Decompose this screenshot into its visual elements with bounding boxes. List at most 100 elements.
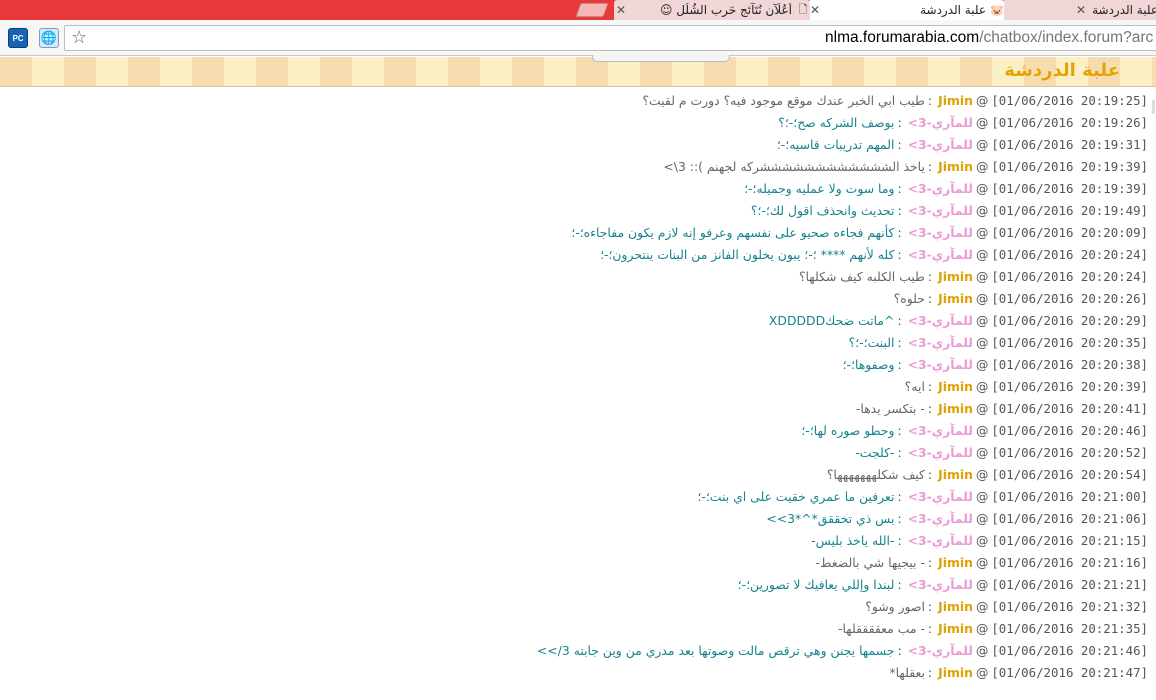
separator-colon: : [897,489,902,504]
chat-message-row: [01/06/2016 20:19:25]@Jimin:طيب ابي الخب… [642,90,1148,112]
message-text: بس ذي تخققق*^*3>> [766,511,895,526]
message-username[interactable]: للمآري-3> [908,115,973,130]
message-text: لبندا وإللي يعافيك لا تصورين؛-؛ [737,577,895,592]
message-username[interactable]: Jimin [938,379,973,394]
close-icon[interactable]: ✕ [1074,3,1088,17]
message-username[interactable]: للمآري-3> [908,203,973,218]
message-timestamp: [01/06/2016 20:19:25] [991,93,1148,108]
separator-colon: : [927,93,933,108]
message-username[interactable]: للمآري-3> [908,445,973,460]
message-text: وما سوت ولا عمليه وجميله؛-؛ [744,181,895,196]
message-text: تعرفين ما عمري خقيت على اي بنت؛-؛ [697,489,895,504]
message-username[interactable]: للمآري-3> [908,577,973,592]
message-username[interactable]: للمآري-3> [908,643,973,658]
message-text: وصفوها؛-؛ [842,357,895,372]
scrollbar[interactable] [1152,100,1155,114]
tab-war-results[interactable]: 🗋 أعُلُآن نُتَآئج حَرب الشُلُل ☺ ✕ [614,0,810,20]
chat-message-row: [01/06/2016 20:19:39]@للمآري-3>:وما سوت … [744,178,1148,200]
message-username[interactable]: للمآري-3> [908,247,973,262]
chat-message-row: [01/06/2016 20:19:39]@Jimin:ياخذ الششششش… [663,156,1148,178]
message-username[interactable]: Jimin [938,467,973,482]
message-text: كله لأنهم **** ؛-؛ يبون يخلون الفانز من … [600,247,895,262]
close-icon[interactable]: ✕ [808,3,822,17]
message-username[interactable]: Jimin [938,555,973,570]
tab-chatbox-1[interactable]: علبة الدردشة ✕ [1002,0,1156,20]
message-timestamp: [01/06/2016 20:21:35] [991,621,1148,636]
separator-colon: : [927,159,933,174]
message-timestamp: [01/06/2016 20:20:52] [991,445,1148,460]
close-icon[interactable]: ✕ [614,3,628,17]
message-username[interactable]: للمآري-3> [908,533,973,548]
message-text: ^ماتت ضحكXDDDDD [768,313,895,328]
message-username[interactable]: Jimin [938,291,973,306]
at-symbol: @ [975,335,989,350]
message-username[interactable]: للمآري-3> [908,181,973,196]
message-timestamp: [01/06/2016 20:21:32] [991,599,1148,614]
at-symbol: @ [975,313,989,328]
chat-message-row: [01/06/2016 20:21:21]@للمآري-3>:لبندا وإ… [738,574,1148,596]
message-username[interactable]: Jimin [938,621,973,636]
message-text: جسمها يجنن وهي ترقص مالت وصوتها بعد مدري… [536,643,895,658]
message-timestamp: [01/06/2016 20:19:39] [991,159,1148,174]
at-symbol: @ [975,357,989,372]
chat-message-row: [01/06/2016 20:20:09]@للمآري-3>:كأنهم فج… [571,222,1148,244]
message-username[interactable]: للمآري-3> [908,137,973,152]
message-username[interactable]: للمآري-3> [908,225,973,240]
message-username[interactable]: للمآري-3> [908,335,973,350]
separator-colon: : [927,599,933,614]
at-symbol: @ [975,181,989,196]
chat-message-row: [01/06/2016 20:20:38]@للمآري-3>:وصفوها؛-… [843,354,1148,376]
globe-icon[interactable]: 🌐 [39,28,59,48]
at-symbol: @ [975,225,989,240]
message-username[interactable]: Jimin [938,401,973,416]
at-symbol: @ [975,379,989,394]
chat-message-row: [01/06/2016 20:20:54]@Jimin:كيف شكلههههه… [827,464,1148,486]
url-host: nlma.forumarabia.com [825,29,980,46]
message-list[interactable]: [01/06/2016 20:19:25]@Jimin:طيب ابي الخب… [0,90,1156,700]
page-icon: 🗋 [798,2,808,16]
message-text: - بتكسر يدها- [855,401,925,416]
at-symbol: @ [975,247,989,262]
header-tab-handle[interactable] [592,55,730,62]
message-username[interactable]: Jimin [938,93,973,108]
chat-message-row: [01/06/2016 20:20:24]@Jimin:طيب الكلبه ك… [799,266,1148,288]
tab-chatbox-active[interactable]: 🐷 علبة الدردشة ✕ [808,0,1004,20]
chat-message-row: [01/06/2016 20:21:32]@Jimin:اصور وشو؟ [865,596,1148,618]
at-symbol: @ [975,467,989,482]
message-username[interactable]: Jimin [938,599,973,614]
message-username[interactable]: للمآري-3> [908,489,973,504]
message-username[interactable]: للمآري-3> [908,313,973,328]
message-username[interactable]: Jimin [938,269,973,284]
url-text[interactable]: nlma.forumarabia.com/chatbox/index.forum… [825,29,1153,47]
page-title: علبة الدردشة [1004,60,1120,81]
message-username[interactable]: للمآري-3> [908,357,973,372]
chat-message-row: [01/06/2016 20:20:41]@Jimin:- بتكسر يدها… [856,398,1148,420]
address-bar[interactable]: ☆ nlma.forumarabia.com/chatbox/index.for… [64,25,1156,51]
separator-colon: : [897,335,902,350]
separator-colon: : [927,269,933,284]
separator-colon: : [927,665,933,680]
tab-title: علبة الدردشة [1092,3,1156,17]
bookmark-star-icon[interactable]: ☆ [71,27,87,49]
message-username[interactable]: للمآري-3> [908,511,973,526]
message-timestamp: [01/06/2016 20:20:24] [991,269,1148,284]
chat-message-row: [01/06/2016 20:19:31]@للمآري-3>:المهم تد… [777,134,1148,156]
message-username[interactable]: للمآري-3> [908,423,973,438]
separator-colon: : [897,137,902,152]
message-username[interactable]: Jimin [938,159,973,174]
message-timestamp: [01/06/2016 20:20:38] [991,357,1148,372]
separator-colon: : [897,115,902,130]
separator-colon: : [897,533,902,548]
chat-message-row: [01/06/2016 20:20:39]@Jimin:ايه؟ [905,376,1148,398]
message-timestamp: [01/06/2016 20:19:49] [991,203,1148,218]
message-text: كأنهم فجاءه صحيو على نفسهم وعرفو إنه لاز… [571,225,895,240]
new-tab-button[interactable] [575,3,609,17]
message-username[interactable]: Jimin [938,665,973,680]
message-timestamp: [01/06/2016 20:21:21] [991,577,1148,592]
message-text: - بيجيها شي بالضغط- [815,555,925,570]
message-text: حلوه؟ [893,291,925,306]
message-text: بوصف الشركه صح؛-؛؟ [778,115,895,130]
chat-message-row: [01/06/2016 20:21:16]@Jimin:- بيجيها شي … [816,552,1148,574]
separator-colon: : [897,445,902,460]
pc-extension-icon[interactable]: PC [8,28,28,48]
